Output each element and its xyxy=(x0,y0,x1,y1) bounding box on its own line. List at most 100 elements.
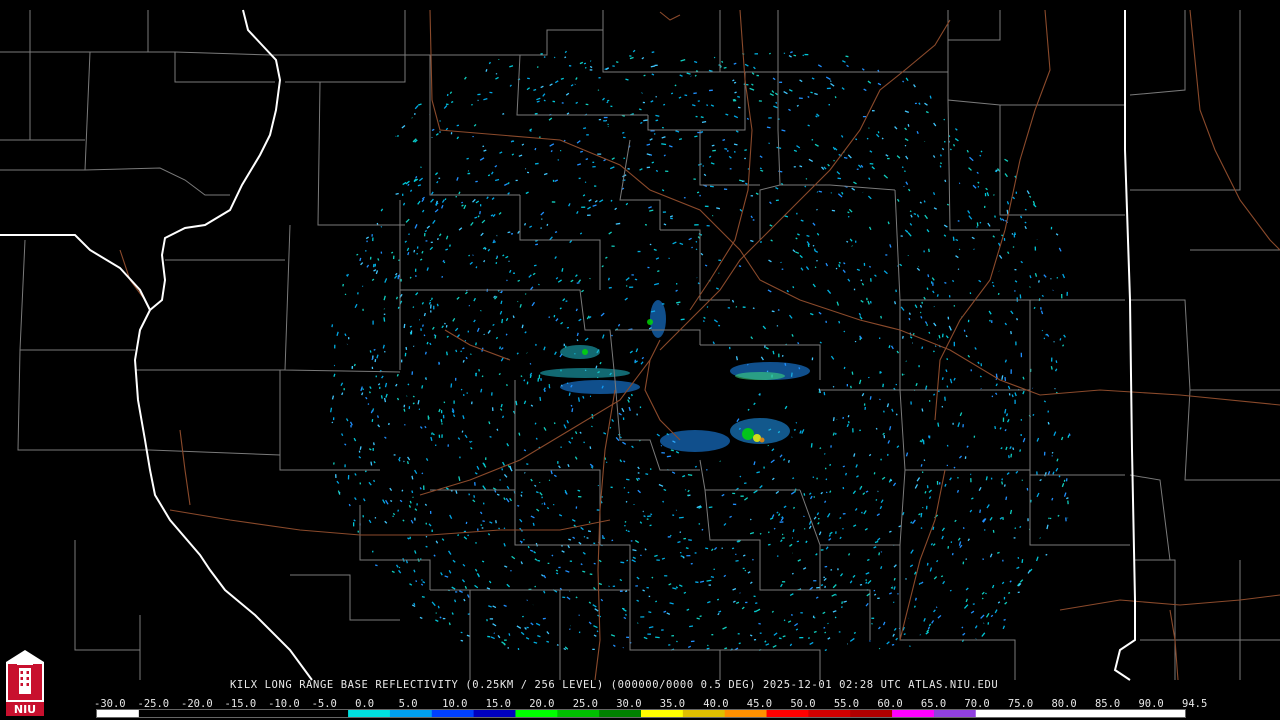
echo-gate xyxy=(818,311,822,315)
echo-gate xyxy=(795,251,800,254)
echo-gate xyxy=(500,357,504,362)
echo-gate xyxy=(880,566,883,570)
echo-gate xyxy=(966,445,969,448)
echo-gate xyxy=(627,491,630,494)
echo-gate xyxy=(340,382,344,387)
echo-gate xyxy=(492,623,497,627)
echo-gate xyxy=(456,177,459,181)
colorbar-segment xyxy=(1059,710,1102,717)
echo-gate xyxy=(375,270,379,275)
echo-gate xyxy=(883,270,888,275)
echo-gate xyxy=(893,586,896,590)
echo-gate xyxy=(653,282,660,286)
echo-gate xyxy=(490,636,495,640)
echo-gate xyxy=(869,396,872,400)
echo-gate xyxy=(391,570,395,574)
echo-gate xyxy=(788,314,793,319)
echo-gate xyxy=(1012,196,1016,200)
echo-gate xyxy=(745,182,748,185)
echo-gate xyxy=(531,301,536,307)
echo-gate xyxy=(861,393,865,397)
echo-gate xyxy=(421,472,424,475)
echo-gate xyxy=(666,612,671,615)
echo-gate xyxy=(581,289,585,293)
echo-gate xyxy=(773,527,776,530)
echo-gate xyxy=(475,266,478,269)
echo-gate xyxy=(962,632,966,636)
echo-gate xyxy=(882,410,885,413)
echo-band xyxy=(735,372,785,380)
echo-gate xyxy=(773,105,778,109)
echo-gate xyxy=(458,227,463,231)
echo-gate xyxy=(793,54,797,57)
echo-gate xyxy=(1029,568,1033,572)
echo-gate xyxy=(592,604,597,608)
echo-gate xyxy=(952,143,956,147)
echo-gate xyxy=(753,66,756,70)
echo-gate xyxy=(473,495,476,498)
echo-gate xyxy=(787,620,792,623)
echo-gate xyxy=(928,248,930,253)
echo-gate xyxy=(1001,581,1005,585)
echo-gate xyxy=(874,274,877,277)
echo-gate xyxy=(637,477,641,480)
echo-gate xyxy=(521,143,525,146)
echo-gate xyxy=(559,307,562,310)
echo-gate xyxy=(577,397,581,402)
echo-gate xyxy=(500,290,503,294)
echo-gate xyxy=(431,326,435,330)
echo-gate xyxy=(776,555,779,557)
echo-gate xyxy=(462,563,466,567)
echo-gate xyxy=(724,147,728,150)
echo-gate xyxy=(1051,497,1054,501)
echo-gate xyxy=(971,497,974,500)
echo-gate xyxy=(827,163,830,167)
echo-gate xyxy=(330,407,333,413)
echo-gate xyxy=(639,521,643,524)
echo-gate xyxy=(728,155,732,159)
echo-gate xyxy=(424,425,427,429)
echo-gate xyxy=(777,513,781,517)
echo-gate xyxy=(896,155,901,159)
echo-gate xyxy=(721,60,724,63)
echo-gate xyxy=(1009,580,1012,583)
echo-gate xyxy=(1044,472,1047,477)
echo-gate xyxy=(907,124,910,127)
echo-gate xyxy=(568,538,572,541)
echo-gate xyxy=(421,579,423,581)
echo-gate xyxy=(920,527,923,530)
echo-gate xyxy=(594,608,599,612)
echo-gate xyxy=(1001,478,1004,481)
echo-gate xyxy=(812,244,815,247)
echo-gate xyxy=(1022,390,1025,395)
echo-gate xyxy=(799,430,802,434)
echo-gate xyxy=(615,222,621,225)
echo-gate xyxy=(384,520,388,524)
echo-gate xyxy=(1024,208,1027,211)
echo-gate xyxy=(627,167,630,170)
echo-gate xyxy=(383,317,386,322)
echo-gate xyxy=(992,235,995,238)
echo-gate xyxy=(847,211,850,214)
echo-gate xyxy=(408,504,412,508)
echo-gate xyxy=(733,150,736,153)
echo-gate xyxy=(575,308,578,312)
echo-core xyxy=(582,349,588,355)
echo-gate xyxy=(812,283,816,288)
echo-gate xyxy=(938,390,940,393)
echo-gate xyxy=(1045,553,1048,556)
echo-gate xyxy=(853,524,857,527)
echo-gate xyxy=(924,214,929,220)
echo-gate xyxy=(569,240,573,244)
echo-gate xyxy=(499,310,503,315)
echo-gate xyxy=(533,88,537,91)
echo-core xyxy=(742,428,754,440)
echo-gate xyxy=(945,335,949,339)
echo-gate xyxy=(1046,333,1050,337)
echo-gate xyxy=(675,450,680,454)
echo-gate xyxy=(576,339,579,342)
echo-gate xyxy=(331,421,334,424)
echo-gate xyxy=(810,443,813,448)
echo-gate xyxy=(459,590,463,593)
echo-gate xyxy=(623,460,626,463)
